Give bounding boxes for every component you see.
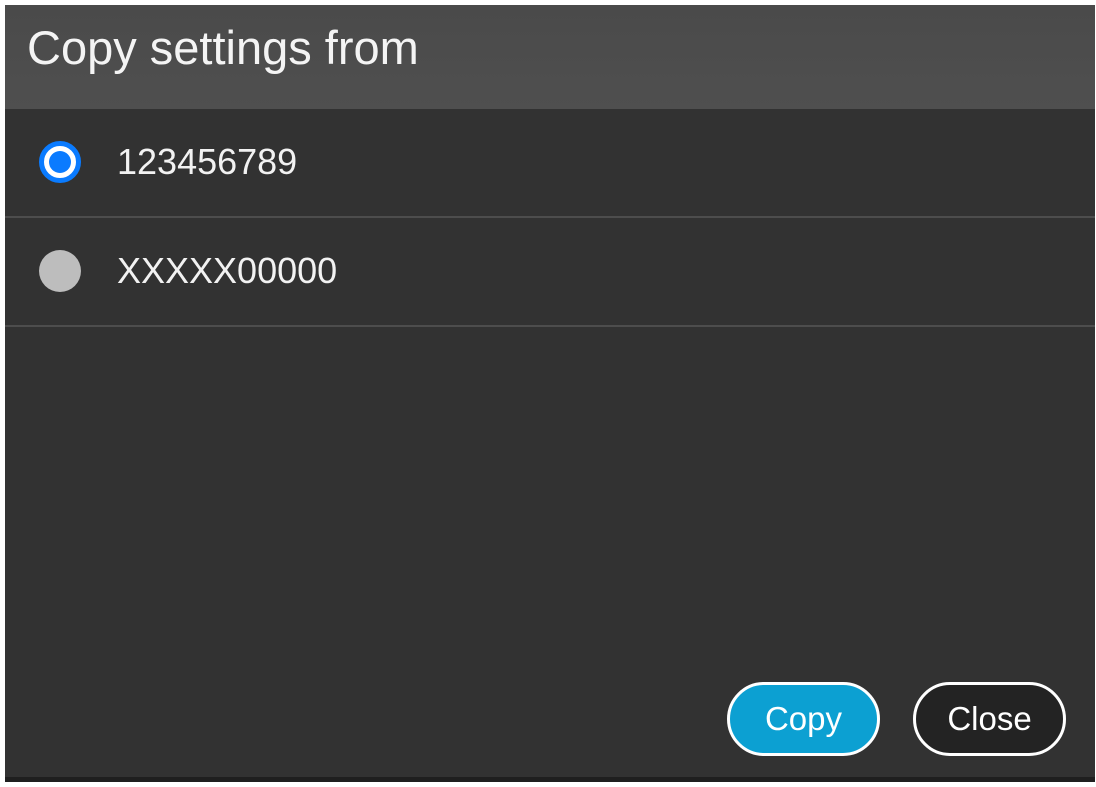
- close-button[interactable]: Close: [913, 682, 1066, 756]
- source-option-123456789[interactable]: 123456789: [5, 109, 1095, 218]
- dialog-header: Copy settings from: [5, 5, 1095, 109]
- radio-selected-icon[interactable]: [39, 141, 81, 183]
- source-option-label: 123456789: [117, 141, 298, 182]
- dialog-title: Copy settings from: [27, 21, 419, 74]
- source-option-label: XXXXX00000: [117, 250, 338, 291]
- copy-button[interactable]: Copy: [727, 682, 880, 756]
- copy-settings-dialog: Copy settings from 123456789 XXXXX00000 …: [5, 5, 1095, 782]
- source-option-xxxxx00000[interactable]: XXXXX00000: [5, 218, 1095, 327]
- radio-unselected-icon[interactable]: [39, 250, 81, 292]
- dialog-bottom-edge: [5, 777, 1095, 782]
- settings-source-list: 123456789 XXXXX00000: [5, 109, 1095, 327]
